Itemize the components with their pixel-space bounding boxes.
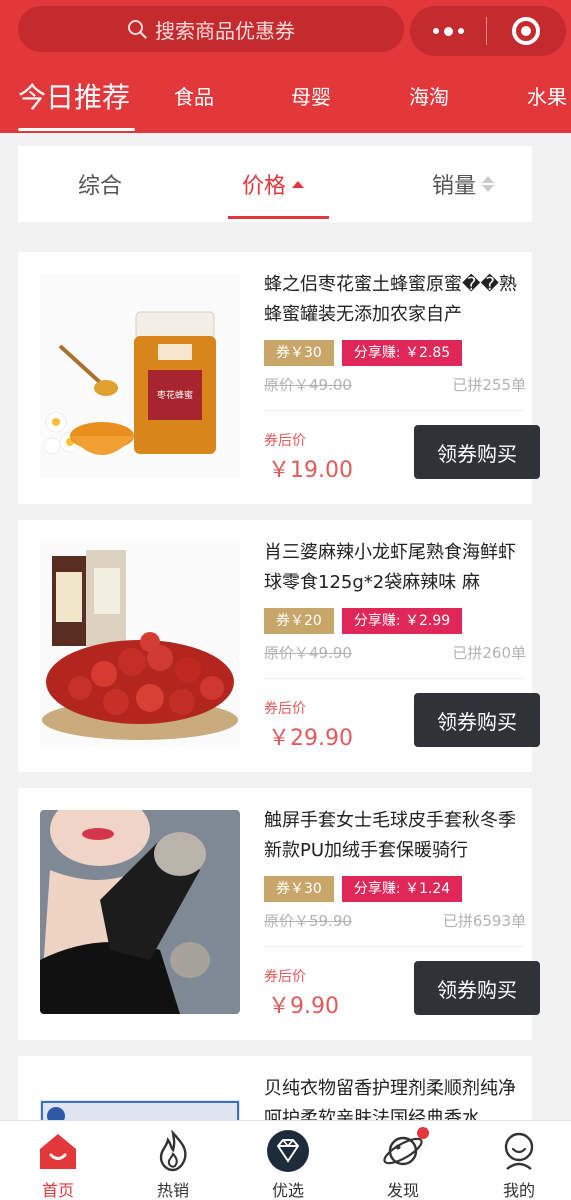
nav-home[interactable]: 首页 bbox=[13, 1121, 103, 1200]
sort-active-indicator bbox=[228, 216, 329, 219]
original-price: 原价￥49.00 bbox=[264, 376, 352, 394]
after-coupon-label: 券后价 bbox=[264, 969, 306, 985]
sort-price[interactable]: 价格 bbox=[242, 146, 305, 222]
card-divider bbox=[264, 410, 526, 411]
tab-today-recommend[interactable]: 今日推荐 bbox=[18, 68, 130, 123]
after-coupon-price: ￥9.90 bbox=[268, 994, 339, 1019]
more-dots-icon[interactable] bbox=[410, 6, 486, 56]
coupon-badge: 券￥20 bbox=[264, 608, 334, 634]
coupon-badge: 券￥30 bbox=[264, 876, 334, 902]
share-earn-badge: 分享赚: ￥2.85 bbox=[341, 340, 463, 366]
sort-composite[interactable]: 综合 bbox=[78, 146, 122, 222]
product-title[interactable]: 蜂之侣枣花蜜土蜂蜜原蜜��熟蜂蜜罐装无添加农家自产 bbox=[264, 270, 526, 330]
after-coupon-label: 券后价 bbox=[264, 701, 306, 717]
svg-text:枣花蜂蜜: 枣花蜂蜜 bbox=[157, 389, 193, 401]
diamond-icon bbox=[266, 1129, 310, 1173]
get-coupon-buy-button[interactable]: 领券购买 bbox=[414, 961, 540, 1015]
planet-icon bbox=[381, 1127, 429, 1173]
product-title[interactable]: 肖三婆麻辣小龙虾尾熟食海鲜虾球零食125g*2袋麻辣味 麻 bbox=[264, 538, 526, 598]
search-bar[interactable]: 搜索商品优惠券 bbox=[18, 6, 404, 52]
nav-discover[interactable]: 发现 bbox=[358, 1121, 448, 1200]
sold-count: 已拼6593单 bbox=[442, 912, 526, 930]
product-image-honey: 枣花蜂蜜 bbox=[40, 274, 240, 478]
sort-price-label: 价格 bbox=[242, 174, 287, 199]
product-image-gloves bbox=[40, 810, 240, 1014]
profile-icon bbox=[497, 1129, 541, 1173]
original-price: 原价￥59.90 bbox=[264, 912, 352, 930]
coupon-badge: 券￥30 bbox=[264, 340, 334, 366]
nav-hot[interactable]: 热销 bbox=[128, 1121, 218, 1200]
sold-count: 已拼260单 bbox=[452, 644, 526, 662]
tab-overseas[interactable]: 海淘 bbox=[409, 68, 449, 123]
flame-icon bbox=[151, 1129, 195, 1173]
sort-up-arrow-icon bbox=[292, 180, 305, 188]
miniprogram-close-icon[interactable] bbox=[487, 6, 565, 56]
product-image-softener bbox=[40, 1078, 240, 1120]
home-icon bbox=[36, 1129, 80, 1173]
notification-dot bbox=[417, 1127, 429, 1139]
get-coupon-buy-button[interactable]: 领券购买 bbox=[414, 693, 540, 747]
miniprogram-capsule bbox=[410, 6, 566, 56]
nav-discover-label: 发现 bbox=[386, 1181, 419, 1200]
sort-composite-label: 综合 bbox=[78, 174, 123, 199]
product-card[interactable]: 贝纯衣物留香护理剂柔顺剂纯净呵护柔软亲肤法国经典香水 bbox=[18, 1056, 532, 1120]
after-coupon-label: 券后价 bbox=[264, 433, 306, 449]
product-card[interactable]: 肖三婆麻辣小龙虾尾熟食海鲜虾球零食125g*2袋麻辣味 麻 券￥20 分享赚: … bbox=[18, 520, 540, 772]
card-divider bbox=[264, 678, 526, 679]
share-earn-badge: 分享赚: ￥2.99 bbox=[341, 608, 463, 634]
search-icon bbox=[128, 20, 147, 39]
nav-home-label: 首页 bbox=[41, 1181, 74, 1200]
sort-sales-label: 销量 bbox=[432, 174, 477, 199]
tab-fruit[interactable]: 水果 bbox=[527, 68, 567, 123]
nav-selected[interactable]: 优选 bbox=[243, 1121, 333, 1200]
nav-selected-label: 优选 bbox=[271, 1181, 304, 1200]
nav-hot-label: 热销 bbox=[156, 1181, 189, 1200]
card-divider bbox=[264, 946, 526, 947]
get-coupon-buy-button[interactable]: 领券购买 bbox=[414, 425, 540, 479]
after-coupon-price: ￥29.90 bbox=[268, 726, 353, 751]
tab-maternity[interactable]: 母婴 bbox=[291, 68, 331, 123]
sold-count: 已拼255单 bbox=[452, 376, 526, 394]
sort-bar: 综合 价格 销量 bbox=[18, 146, 532, 222]
product-title[interactable]: 贝纯衣物留香护理剂柔顺剂纯净呵护柔软亲肤法国经典香水 bbox=[264, 1074, 526, 1120]
original-price: 原价￥49.90 bbox=[264, 644, 352, 662]
top-header: 搜索商品优惠券 今日推荐 食品 母婴 海淘 水果 bbox=[0, 0, 571, 133]
product-card[interactable]: 触屏手套女士毛球皮手套秋冬季新款PU加绒手套保暖骑行 券￥30 分享赚: ￥1.… bbox=[18, 788, 540, 1040]
after-coupon-price: ￥19.00 bbox=[268, 458, 353, 483]
search-placeholder: 搜索商品优惠券 bbox=[155, 18, 295, 43]
sort-toggle-icon bbox=[482, 176, 495, 192]
product-card[interactable]: 枣花蜂蜜 蜂之侣枣花蜜土蜂蜜原蜜��熟蜂蜜罐装无添加农家自产 券￥30 分享赚:… bbox=[18, 252, 540, 504]
share-earn-badge: 分享赚: ￥1.24 bbox=[341, 876, 463, 902]
product-title[interactable]: 触屏手套女士毛球皮手套秋冬季新款PU加绒手套保暖骑行 bbox=[264, 806, 526, 866]
nav-profile-label: 我的 bbox=[502, 1181, 535, 1200]
tab-food[interactable]: 食品 bbox=[174, 68, 214, 123]
product-image-crayfish bbox=[40, 542, 240, 746]
active-tab-indicator bbox=[18, 128, 135, 131]
nav-profile[interactable]: 我的 bbox=[474, 1121, 564, 1200]
bottom-tab-bar: 首页 热销 优选 发现 我的 bbox=[0, 1120, 571, 1200]
category-tabs: 今日推荐 食品 母婴 海淘 水果 bbox=[0, 68, 571, 133]
sort-sales[interactable]: 销量 bbox=[432, 146, 495, 222]
